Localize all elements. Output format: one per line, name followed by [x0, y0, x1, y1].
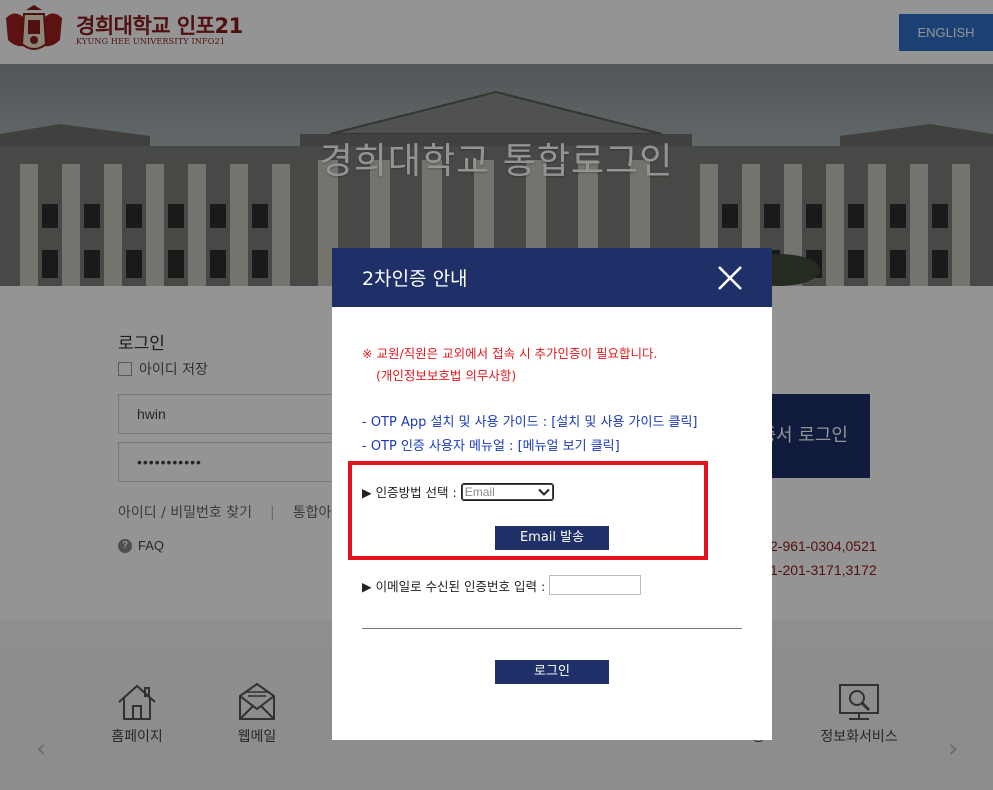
otp-app-guide-row: - OTP App 설치 및 사용 가이드 : [설치 및 사용 가이드 클릭] — [362, 411, 698, 430]
otp-manual-label: - OTP 인증 사용자 메뉴얼 : — [362, 439, 518, 454]
auth-code-label: ▶ 이메일로 수신된 인증번호 입력 : — [362, 578, 546, 594]
auth-code-input[interactable] — [549, 575, 642, 595]
notice-line-2: (개인정보보호법 의무사항) — [376, 368, 517, 383]
chevron-down-icon — [538, 488, 550, 496]
auth-method-value: Email — [464, 484, 495, 499]
auth-method-row: ▶ 인증방법 선택 : Email — [362, 482, 554, 501]
auth-method-select[interactable]: Email — [460, 482, 554, 501]
otp-app-guide-link[interactable]: [설치 및 사용 가이드 클릭] — [551, 415, 697, 430]
auth-code-row: ▶ 이메일로 수신된 인증번호 입력 : — [362, 575, 642, 595]
email-send-button[interactable]: Email 발송 — [495, 526, 609, 550]
otp-app-guide-label: - OTP App 설치 및 사용 가이드 : — [362, 415, 552, 430]
two-factor-modal: 2차인증 안내 ※ 교원/직원은 교외에서 접속 시 추가인증이 필요합니다. … — [332, 248, 772, 740]
otp-manual-row: - OTP 인증 사용자 메뉴얼 : [메뉴얼 보기 클릭] — [362, 435, 620, 454]
close-icon[interactable] — [716, 264, 744, 292]
modal-title: 2차인증 안내 — [362, 268, 468, 290]
login-button[interactable]: 로그인 — [495, 660, 609, 684]
notice-line-1: ※ 교원/직원은 교외에서 접속 시 추가인증이 필요합니다. — [362, 346, 658, 361]
auth-method-label: ▶ 인증방법 선택 : — [362, 485, 457, 500]
notice-text: ※ 교원/직원은 교외에서 접속 시 추가인증이 필요합니다. (개인정보보호법… — [362, 343, 658, 387]
otp-manual-link[interactable]: [메뉴얼 보기 클릭] — [518, 439, 620, 454]
modal-header: 2차인증 안내 — [332, 248, 772, 307]
modal-divider — [362, 628, 742, 629]
